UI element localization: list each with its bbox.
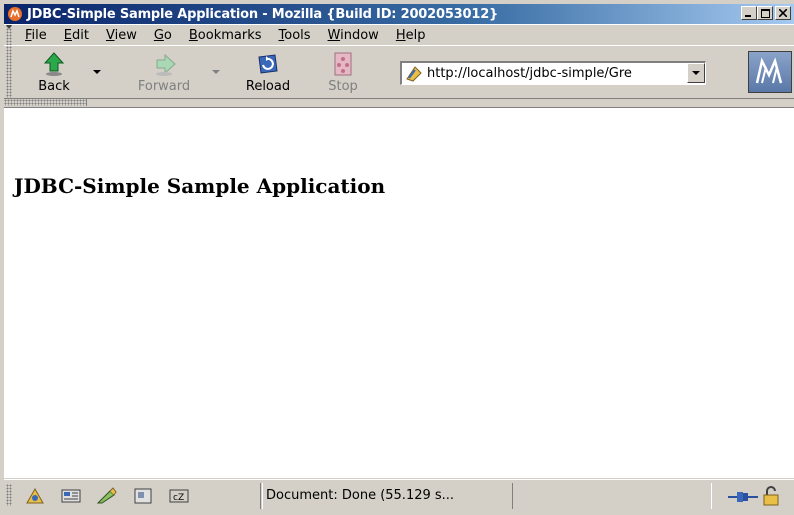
url-bar[interactable]: http://localhost/jdbc-simple/Gre [400, 61, 706, 85]
navigator-icon[interactable] [24, 486, 46, 506]
browser-window: JDBC-Simple Sample Application - Mozilla… [0, 0, 794, 515]
svg-text:cZ: cZ [173, 493, 184, 503]
mail-icon[interactable] [60, 486, 82, 506]
menu-file[interactable]: File [18, 28, 54, 43]
menu-view[interactable]: View [99, 28, 144, 43]
url-input[interactable]: http://localhost/jdbc-simple/Gre [427, 66, 683, 81]
back-dropdown[interactable] [93, 70, 101, 74]
security-lock-icon[interactable] [762, 486, 780, 510]
reload-label: Reload [245, 79, 291, 94]
back-arrow-icon [43, 52, 65, 76]
collapsed-sidebar-strip [4, 98, 794, 108]
menu-help[interactable]: Help [389, 28, 433, 43]
toolbar-grip[interactable] [6, 46, 12, 98]
status-text: Document: Done (55.129 s... [266, 488, 455, 503]
mozilla-throbber-icon[interactable] [748, 51, 792, 93]
personal-toolbar-grip[interactable] [4, 99, 87, 106]
menu-bookmarks[interactable]: Bookmarks [182, 28, 269, 43]
menu-edit[interactable]: Edit [57, 28, 96, 43]
forward-dropdown[interactable] [212, 70, 220, 74]
close-button[interactable] [775, 6, 791, 20]
maximize-button[interactable] [757, 6, 773, 20]
progress-panel [512, 483, 712, 509]
menubar-grip[interactable] [6, 25, 12, 45]
menu-window[interactable]: Window [321, 28, 386, 43]
forward-button[interactable]: Forward [136, 48, 192, 94]
menu-bar: File Edit View Go Bookmarks Tools Window… [4, 24, 794, 46]
stop-button[interactable]: Stop [315, 48, 371, 94]
page-heading: JDBC-Simple Sample Application [14, 174, 386, 198]
stop-label: Stop [328, 79, 358, 94]
forward-label: Forward [137, 79, 191, 94]
title-bar[interactable]: JDBC-Simple Sample Application - Mozilla… [4, 4, 794, 24]
page-proxy-icon [406, 65, 422, 82]
window-title: JDBC-Simple Sample Application - Mozilla… [27, 6, 499, 22]
statusbar-grip[interactable] [6, 484, 12, 506]
menu-tools[interactable]: Tools [272, 28, 318, 43]
reload-button[interactable]: Reload [240, 48, 296, 94]
reload-icon [258, 54, 278, 74]
navigation-toolbar: Back Forward Reload Stop http://localhos… [4, 45, 794, 99]
back-button[interactable]: Back [26, 48, 82, 94]
stop-icon [334, 52, 352, 76]
back-label: Back [38, 79, 70, 94]
addressbook-icon[interactable] [132, 486, 154, 506]
forward-arrow-icon [156, 53, 176, 76]
menu-go[interactable]: Go [147, 28, 179, 43]
online-icon[interactable] [728, 489, 758, 508]
status-bar: cZ Document: Done (55.129 s... [4, 479, 794, 513]
composer-icon[interactable] [96, 486, 118, 506]
page-content: JDBC-Simple Sample Application [4, 108, 794, 478]
chatzilla-icon[interactable]: cZ [168, 486, 190, 506]
status-separator [260, 483, 263, 509]
minimize-button[interactable] [741, 6, 757, 20]
url-dropdown-button[interactable] [687, 63, 705, 83]
mozilla-icon [7, 6, 23, 22]
